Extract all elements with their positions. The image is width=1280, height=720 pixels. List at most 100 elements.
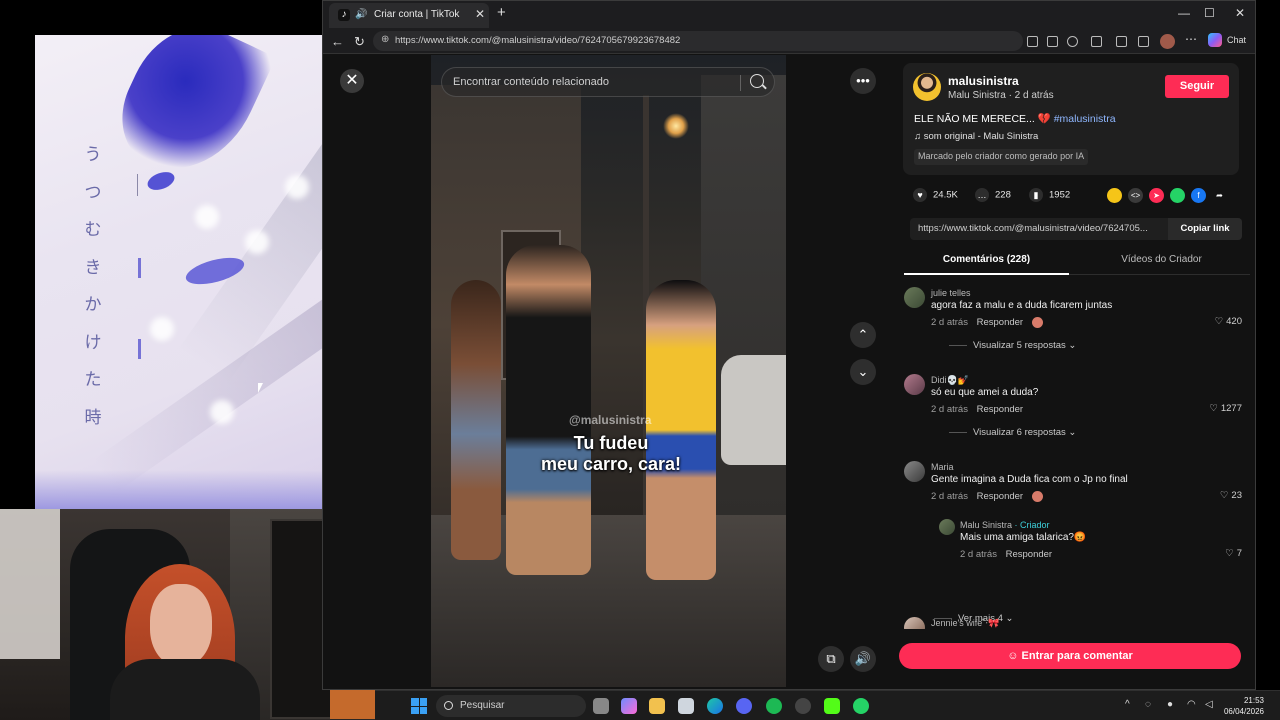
- save-count: 1952: [1049, 189, 1071, 201]
- save-stat[interactable]: ▮ 1952: [1029, 188, 1070, 202]
- spotify-icon[interactable]: [766, 698, 782, 714]
- comment-meta: 2 d atrás Responder: [960, 549, 1052, 560]
- commenter-name[interactable]: Didi💀💅: [931, 375, 969, 386]
- url-bar[interactable]: ⊕ https://www.tiktok.com/@malusinistra/v…: [373, 31, 1023, 51]
- previous-video-button[interactable]: ⌃: [850, 322, 876, 348]
- hashtag-link[interactable]: #malusinistra: [1054, 113, 1116, 125]
- discord-icon[interactable]: [736, 698, 752, 714]
- send-icon[interactable]: ➤: [1149, 188, 1164, 203]
- new-tab-icon[interactable]: +: [497, 4, 506, 21]
- commenter-name[interactable]: Malu Sinistra · Criador: [960, 520, 1050, 530]
- taskbar-search[interactable]: Pesquisar: [436, 695, 586, 717]
- whatsapp-icon[interactable]: [1170, 188, 1185, 203]
- site-info-icon[interactable]: ⊕: [381, 34, 389, 45]
- copy-link-button[interactable]: Copiar link: [1168, 218, 1242, 240]
- view-replies-button[interactable]: Visualizar 6 respostas ⌄: [949, 427, 1076, 438]
- split-screen-icon[interactable]: [1116, 36, 1127, 47]
- windows-start-icon[interactable]: [411, 698, 427, 714]
- commenter-avatar[interactable]: [904, 461, 925, 482]
- tray-overflow-icon[interactable]: ^: [1125, 699, 1130, 710]
- like-stat[interactable]: ♥ 24.5K: [913, 188, 958, 202]
- commenter-name[interactable]: Maria: [931, 462, 954, 472]
- post-info-card: malusinistra Malu Sinistra · 2 d atrás S…: [903, 63, 1239, 175]
- more-options-button[interactable]: •••: [850, 68, 876, 94]
- reply-button[interactable]: Responder: [977, 317, 1023, 328]
- reply-button[interactable]: Responder: [1006, 549, 1052, 560]
- file-explorer-icon[interactable]: [649, 698, 665, 714]
- close-window-icon[interactable]: ✕: [1235, 6, 1245, 20]
- mic-icon[interactable]: ●: [1167, 699, 1173, 710]
- music-note-icon: ♫: [914, 131, 922, 142]
- refresh-icon[interactable]: ↻: [354, 34, 365, 50]
- comment-like[interactable]: ♡ 420: [1215, 316, 1242, 327]
- heart-outline-icon: ♡: [1214, 316, 1224, 327]
- reply-button[interactable]: Responder: [977, 491, 1023, 502]
- comment-meta: 2 d atrás Responder: [931, 317, 1043, 328]
- music-info[interactable]: ♫ som original - Malu Sinistra: [914, 131, 1038, 142]
- audio-playing-icon[interactable]: 🔊: [355, 9, 367, 20]
- app-available-icon[interactable]: [1027, 36, 1038, 47]
- edge-icon[interactable]: [707, 698, 723, 714]
- whatsapp-icon[interactable]: [853, 698, 869, 714]
- commenter-name[interactable]: Jennie's wife˚‧🎀: [931, 618, 999, 629]
- facebook-icon[interactable]: f: [1191, 188, 1206, 203]
- wifi-icon[interactable]: ◠: [1187, 699, 1196, 710]
- comment-like[interactable]: ♡ 23: [1220, 490, 1242, 501]
- chat-label[interactable]: Chat: [1227, 35, 1246, 45]
- volume-icon[interactable]: ◁: [1205, 699, 1213, 710]
- pip-icon[interactable]: ⧉: [818, 646, 844, 672]
- share-arrow-icon[interactable]: ➦: [1212, 188, 1227, 203]
- related-search-input[interactable]: Encontrar conteúdo relacionado: [441, 67, 775, 97]
- task-view-icon[interactable]: [593, 698, 609, 714]
- system-clock[interactable]: 21:53 06/04/2026: [1222, 695, 1264, 717]
- coin-share-icon[interactable]: [1107, 188, 1122, 203]
- comment-like[interactable]: ♡ 1277: [1209, 403, 1242, 414]
- reply-item: Malu Sinistra · Criador Mais uma amiga t…: [939, 519, 1244, 589]
- close-video-button[interactable]: ✕: [340, 69, 364, 93]
- favorite-star-icon[interactable]: [1067, 36, 1078, 47]
- browser-tab[interactable]: ♪ 🔊 Criar conta | TikTok ✕: [329, 3, 489, 28]
- widgets-icon[interactable]: [621, 698, 637, 714]
- reply-button[interactable]: Responder: [977, 404, 1023, 415]
- copilot-icon[interactable]: [1208, 33, 1222, 47]
- login-to-comment-button[interactable]: ☺ Entrar para comentar: [899, 643, 1241, 669]
- next-video-button[interactable]: ⌄: [850, 359, 876, 385]
- extensions-icon[interactable]: [1091, 36, 1102, 47]
- favorites-icon[interactable]: [1138, 36, 1149, 47]
- more-options-icon[interactable]: ⋯: [1185, 32, 1197, 46]
- video-player[interactable]: @malusinistra Tu fudeu meu carro, cara!: [431, 55, 786, 687]
- follow-button[interactable]: Seguir: [1165, 75, 1229, 98]
- minimize-icon[interactable]: —: [1178, 6, 1190, 20]
- network-icon[interactable]: ◌: [1145, 699, 1151, 710]
- creator-avatar[interactable]: [939, 519, 955, 535]
- search-icon[interactable]: [750, 74, 764, 88]
- translate-icon[interactable]: [1047, 36, 1058, 47]
- commenter-avatar[interactable]: [904, 374, 925, 395]
- share-link-url[interactable]: https://www.tiktok.com/@malusinistra/vid…: [918, 223, 1158, 234]
- tab-creator-videos[interactable]: Vídeos do Criador: [1079, 248, 1244, 275]
- ink-blob: [145, 168, 177, 194]
- author-username[interactable]: malusinistra: [948, 74, 1019, 88]
- author-avatar[interactable]: [913, 73, 941, 101]
- video-watermark: @malusinistra: [569, 413, 652, 427]
- comment-stat[interactable]: … 228: [975, 188, 1011, 202]
- commenter-avatar[interactable]: [904, 617, 925, 629]
- obs-icon[interactable]: [795, 698, 811, 714]
- glyph: 時: [84, 407, 102, 428]
- comment-like[interactable]: ♡ 7: [1225, 548, 1242, 559]
- profile-avatar-icon[interactable]: [1160, 34, 1175, 49]
- store-icon[interactable]: [678, 698, 694, 714]
- kick-icon[interactable]: [824, 698, 840, 714]
- tab-comments[interactable]: Comentários (228): [904, 248, 1069, 275]
- heart-icon: ♥: [913, 188, 927, 202]
- volume-icon[interactable]: 🔊: [850, 646, 876, 672]
- close-tab-icon[interactable]: ✕: [475, 7, 485, 21]
- view-replies-button[interactable]: Visualizar 5 respostas ⌄: [949, 340, 1076, 351]
- back-arrow-icon[interactable]: ←: [331, 34, 344, 49]
- commenter-avatar[interactable]: [904, 287, 925, 308]
- creator-badge: · Criador: [1014, 520, 1050, 530]
- embed-icon[interactable]: <>: [1128, 188, 1143, 203]
- maximize-icon[interactable]: ☐: [1204, 6, 1215, 20]
- commenter-name[interactable]: julie telles: [931, 288, 971, 298]
- comment-text: Mais uma amiga talarica?😡: [960, 532, 1087, 543]
